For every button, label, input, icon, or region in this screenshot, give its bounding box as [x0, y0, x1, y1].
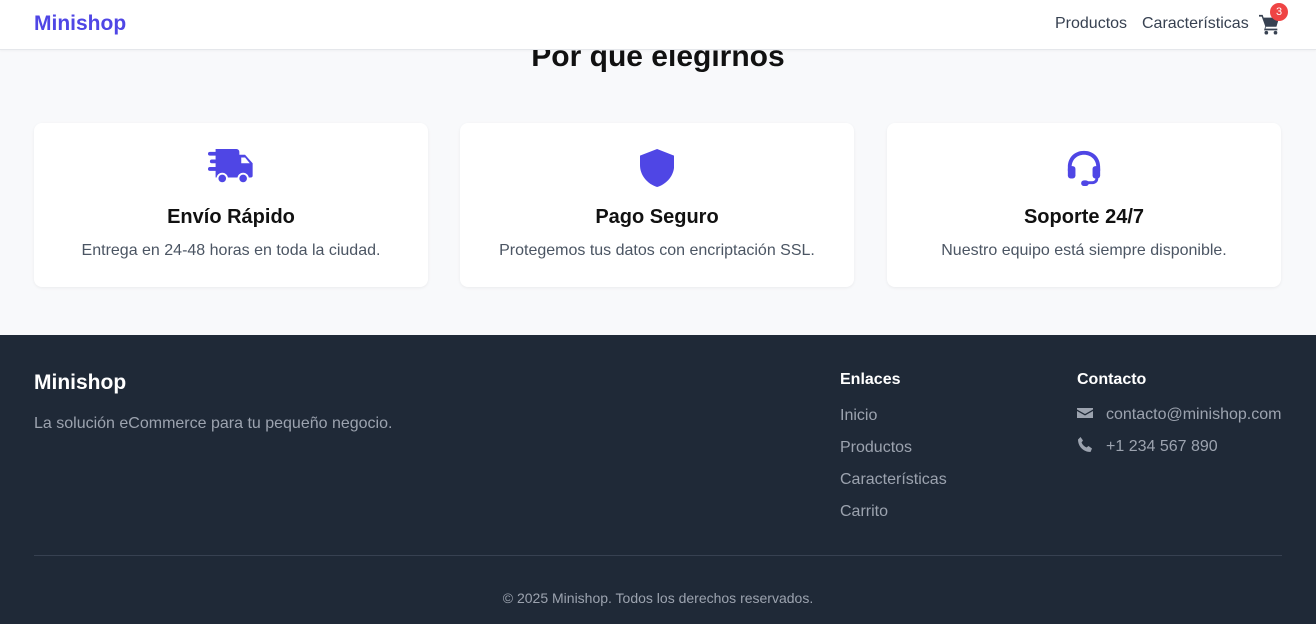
- contact-phone-text[interactable]: +1 234 567 890: [1106, 438, 1218, 456]
- shield-icon: [460, 149, 854, 189]
- nav-link-caracteristicas[interactable]: Características: [1142, 15, 1249, 33]
- cart-button[interactable]: 3: [1259, 3, 1288, 39]
- card-description: Nuestro equipo está siempre disponible.: [941, 242, 1227, 259]
- card-title: Envío Rápido: [167, 206, 295, 228]
- card-description: Entrega en 24-48 horas en toda la ciudad…: [81, 242, 381, 259]
- contact-phone: +1 234 567 890: [1077, 436, 1218, 458]
- footer: Minishop La solución eCommerce para tu p…: [0, 335, 1316, 624]
- feature-card-support: Soporte 24/7 Nuestro equipo está siempre…: [887, 123, 1281, 287]
- footer-tagline: La solución eCommerce para tu pequeño ne…: [34, 415, 393, 432]
- footer-link-productos[interactable]: Productos: [840, 439, 912, 457]
- footer-links-title: Enlaces: [840, 371, 901, 388]
- card-description: Protegemos tus datos con encriptación SS…: [499, 242, 815, 259]
- headset-icon: [887, 149, 1281, 189]
- nav-link-productos[interactable]: Productos: [1055, 15, 1127, 33]
- footer-divider: [34, 555, 1282, 556]
- card-title: Soporte 24/7: [1023, 206, 1145, 228]
- envelope-icon: [1077, 405, 1093, 426]
- shopping-cart-icon: [1259, 14, 1281, 39]
- feature-card-payment: Pago Seguro Protegemos tus datos con enc…: [460, 123, 854, 287]
- truck-fast-icon: [34, 149, 428, 189]
- contact-email: contacto@minishop.com: [1077, 405, 1281, 425]
- navbar: Minishop Productos Características 3: [0, 0, 1316, 50]
- contact-email-text[interactable]: contacto@minishop.com: [1106, 406, 1281, 424]
- features-section: Por qué elegirnos Envío Rápido Entrega e…: [0, 0, 1316, 335]
- feature-card-shipping: Envío Rápido Entrega en 24-48 horas en t…: [34, 123, 428, 287]
- footer-contact-title: Contacto: [1077, 371, 1147, 388]
- footer-link-caracteristicas[interactable]: Características: [840, 471, 947, 489]
- footer-link-carrito[interactable]: Carrito: [840, 503, 888, 521]
- phone-icon: [1077, 436, 1093, 458]
- brand-logo[interactable]: Minishop: [34, 12, 126, 36]
- copyright: © 2025 Minishop. Todos los derechos rese…: [502, 590, 814, 606]
- footer-brand: Minishop: [34, 371, 127, 394]
- cart-count-badge: 3: [1270, 3, 1288, 21]
- card-title: Pago Seguro: [595, 206, 719, 228]
- footer-link-inicio[interactable]: Inicio: [840, 407, 877, 425]
